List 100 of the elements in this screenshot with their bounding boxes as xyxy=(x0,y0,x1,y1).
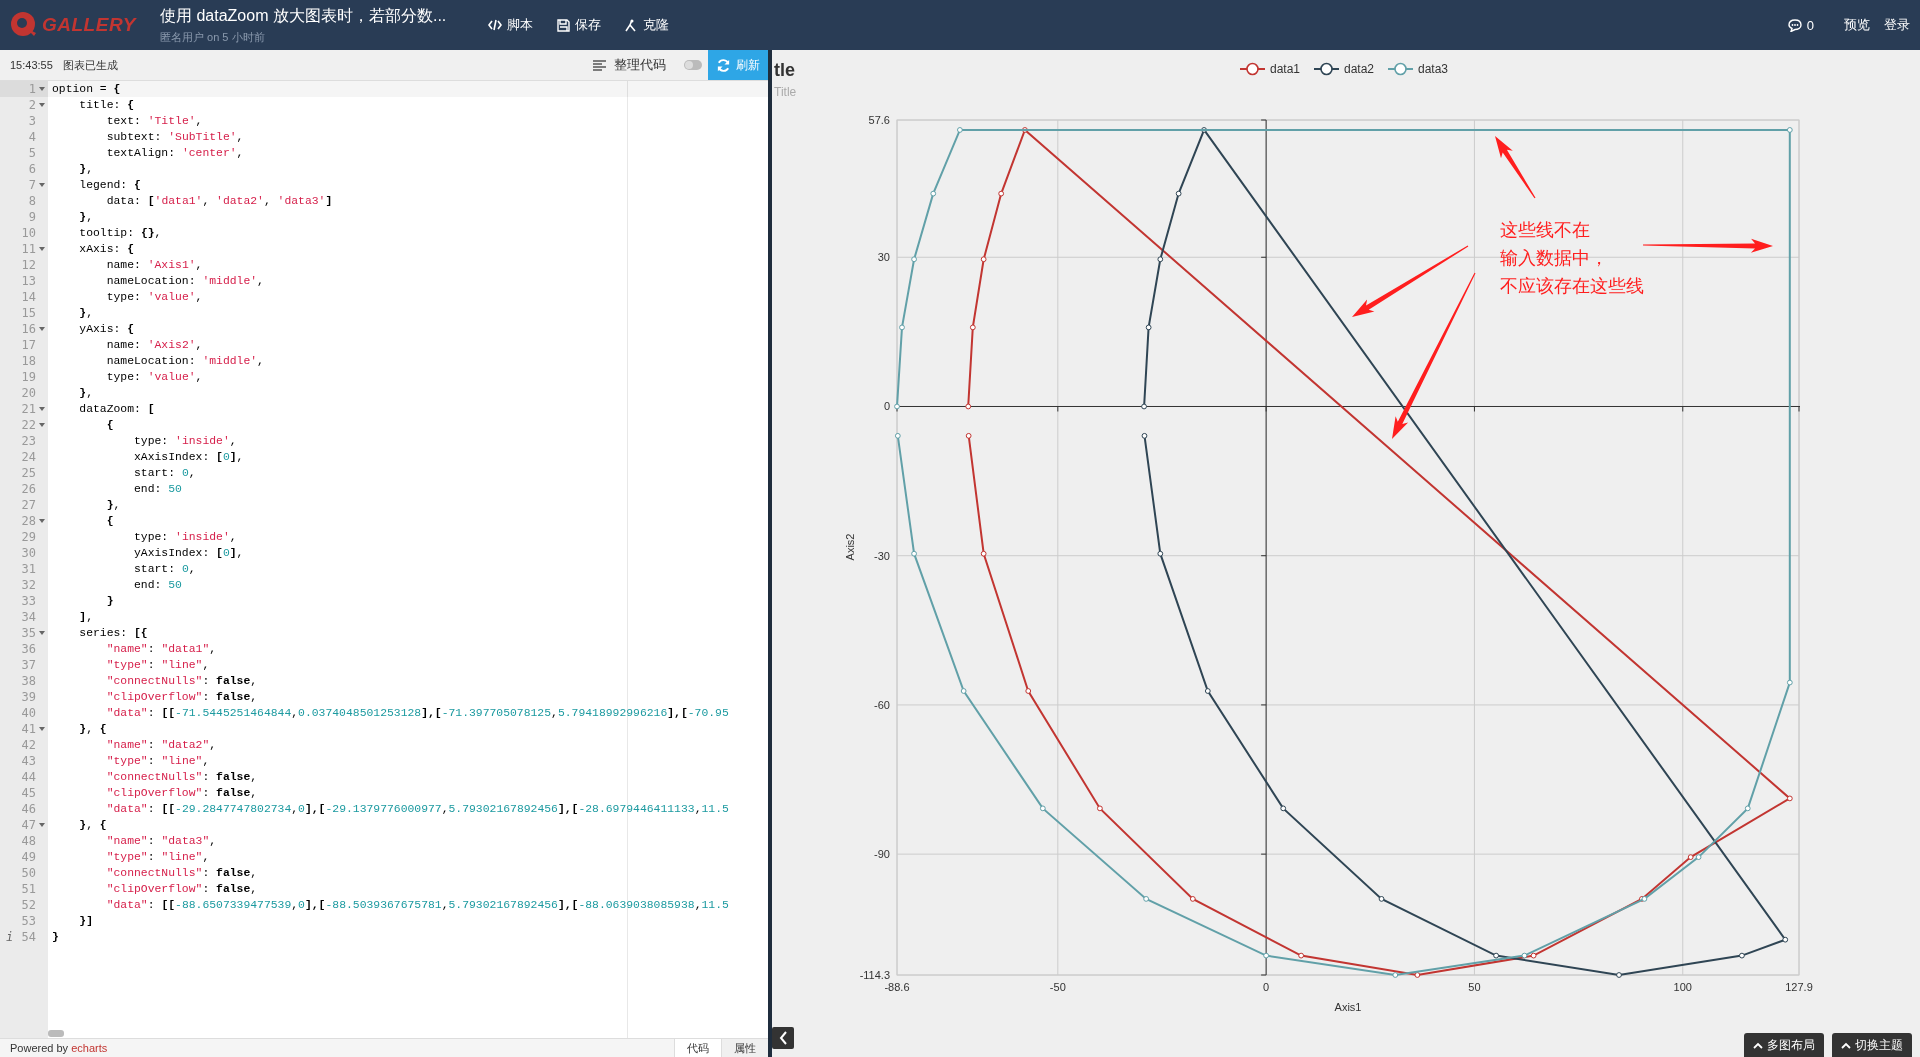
line-number: 39 xyxy=(21,690,36,704)
line-number: 1 xyxy=(28,82,36,96)
code-line: "data": [[-29.2847747802734,0],[-29.1379776000977,5.79302167892456],[-28.6979446411133,11.5 xyxy=(105,802,730,817)
annotation-text: 不应该存在这些线 xyxy=(1500,275,1644,298)
line-number: 6 xyxy=(28,162,36,176)
line-number: 18 xyxy=(21,354,36,368)
y-tick-label: 57.6 xyxy=(868,114,890,126)
y-axis-title: Axis2 xyxy=(844,533,856,561)
line-number: 5 xyxy=(28,146,36,160)
code-line: xAxis: { xyxy=(78,242,136,257)
code-line: }, xyxy=(78,386,95,401)
y-tick-label: -90 xyxy=(874,848,890,861)
line-number: 19 xyxy=(21,370,36,384)
line-number: 45 xyxy=(21,786,36,800)
y-tick-label: -114.3 xyxy=(859,969,890,981)
code-line: }, xyxy=(78,162,95,177)
line-number: 43 xyxy=(21,754,36,768)
line-number: 22 xyxy=(21,418,36,432)
x-tick-label: 127.9 xyxy=(1785,981,1813,993)
x-tick-label: 50 xyxy=(1468,981,1481,993)
code-line: }, { xyxy=(78,722,108,737)
code-line: { xyxy=(105,418,115,433)
code-line: nameLocation: 'middle', xyxy=(105,354,265,369)
line-number: 17 xyxy=(21,338,36,352)
code-line: "data": [[-71.5445251464844,0.0374048501253128],[-71.397705078125,5.79418992996216],[-70.95 xyxy=(105,706,730,721)
line-number: 27 xyxy=(21,498,36,512)
code-line: name: 'Axis1', xyxy=(105,258,204,273)
code-line: end: 50 xyxy=(133,482,183,497)
code-line: xAxisIndex: [0], xyxy=(133,450,245,465)
code-line: text: 'Title', xyxy=(105,114,204,129)
code-line: nameLocation: 'middle', xyxy=(105,274,265,289)
line-number: 3 xyxy=(28,114,36,128)
line-number: 14 xyxy=(21,290,36,304)
chart-heading: tle xyxy=(774,60,795,80)
code-line: ], xyxy=(78,610,95,625)
line-number: 10 xyxy=(21,226,36,240)
code-line: type: 'inside', xyxy=(133,530,238,545)
code-line: }, xyxy=(78,210,95,225)
x-tick-label: -50 xyxy=(1049,981,1066,993)
line-number: 15 xyxy=(21,306,36,320)
code-line: yAxisIndex: [0], xyxy=(133,546,245,561)
line-number: 24 xyxy=(21,450,36,464)
line-number: 2 xyxy=(28,98,36,112)
code-line: type: 'inside', xyxy=(133,434,238,449)
line-number: 28 xyxy=(21,514,36,528)
line-number: 40 xyxy=(21,706,36,720)
line-number: 12 xyxy=(21,258,36,272)
code-line: "type": "line", xyxy=(105,850,211,865)
line-number: 38 xyxy=(21,674,36,688)
line-number: 33 xyxy=(21,594,36,608)
y-tick-label: 0 xyxy=(883,400,890,413)
code-line: start: 0, xyxy=(133,466,197,481)
code-line: "clipOverflow": false, xyxy=(105,882,259,897)
line-number: 29 xyxy=(21,530,36,544)
line-number: 9 xyxy=(28,210,36,224)
code-line: "name": "data2", xyxy=(105,738,218,753)
line-number: 49 xyxy=(21,850,36,864)
line-number: 30 xyxy=(21,546,36,560)
line-number: 11 xyxy=(21,242,36,256)
line-number: 41 xyxy=(21,722,36,736)
x-axis-title: Axis1 xyxy=(1334,1001,1362,1013)
line-number: 50 xyxy=(21,866,36,880)
code-line: "clipOverflow": false, xyxy=(105,690,259,705)
code-line: "name": "data3", xyxy=(105,834,218,849)
line-number: 16 xyxy=(21,322,36,336)
y-tick-label: -30 xyxy=(874,549,890,562)
line-number: 54 xyxy=(21,930,36,944)
code-line: } xyxy=(105,594,115,609)
code-line: legend: { xyxy=(78,178,142,193)
y-tick-label: -60 xyxy=(874,698,890,711)
line-number: 21 xyxy=(21,402,36,416)
code-line: tooltip: {}, xyxy=(78,226,163,241)
x-tick-label: 0 xyxy=(1263,981,1270,993)
code-line: name: 'Axis2', xyxy=(105,338,204,353)
line-number: 36 xyxy=(21,642,36,656)
line-number: 34 xyxy=(21,610,36,624)
line-number: 44 xyxy=(21,770,36,784)
line-number: 20 xyxy=(21,386,36,400)
line-number: 7 xyxy=(28,178,36,192)
line-number: 42 xyxy=(21,738,36,752)
y-tick-label: 30 xyxy=(877,251,890,264)
code-line: yAxis: { xyxy=(78,322,136,337)
code-line: textAlign: 'center', xyxy=(105,146,245,161)
code-line: } xyxy=(51,930,60,945)
line-number: 13 xyxy=(21,274,36,288)
code-line: }, xyxy=(105,498,122,513)
line-number: 25 xyxy=(21,466,36,480)
line-number: 53 xyxy=(21,914,36,928)
x-tick-label: -88.6 xyxy=(884,981,910,993)
line-number: 47 xyxy=(21,818,36,832)
code-line: { xyxy=(105,514,115,529)
code-line: "type": "line", xyxy=(105,658,211,673)
code-line: "clipOverflow": false, xyxy=(105,786,259,801)
annotation-text: 这些线不在 xyxy=(1500,219,1590,242)
code-line: }, { xyxy=(78,818,108,833)
chart-subtitle: Title xyxy=(774,85,797,99)
code-line: start: 0, xyxy=(133,562,197,577)
line-number: 26 xyxy=(21,482,36,496)
line-number: 48 xyxy=(21,834,36,848)
code-line: "name": "data1", xyxy=(105,642,218,657)
